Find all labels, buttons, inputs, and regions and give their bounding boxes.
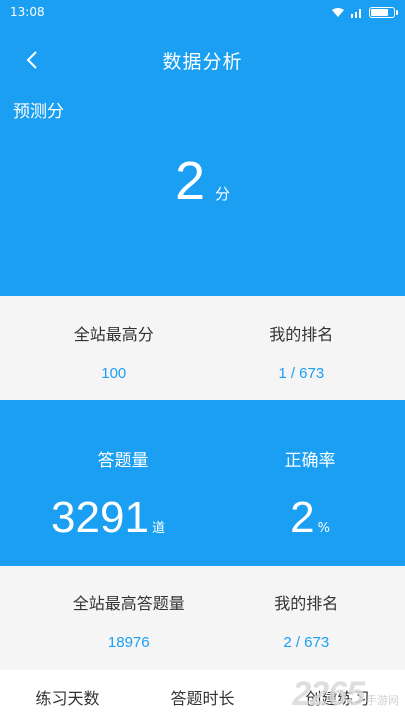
- status-bar: 13:08: [0, 0, 405, 24]
- accuracy-value: 2: [290, 493, 315, 542]
- site-high-score: 全站最高分 100: [0, 321, 208, 400]
- wifi-icon: [332, 7, 344, 17]
- answer-count-value: 3291: [51, 493, 149, 542]
- accuracy-label: 正确率: [284, 451, 336, 471]
- answer-rank-row: 全站最高答题量 18976 我的排名 2 / 673: [0, 566, 405, 670]
- watermark-number: 2265: [292, 675, 365, 713]
- watermark-text: 手游网: [366, 694, 399, 707]
- predicted-score-label: 预测分: [13, 102, 64, 122]
- page-title: 数据分析: [162, 50, 243, 73]
- signal-icon: [351, 8, 361, 18]
- status-icons: [331, 6, 398, 18]
- battery-icon: [369, 6, 398, 18]
- tab-answer-time[interactable]: 答题时长: [170, 685, 234, 709]
- my-answer-rank-label: 我的排名: [274, 594, 339, 613]
- answer-count-unit: 道: [151, 521, 165, 536]
- answer-count-display: 3291 道: [18, 493, 198, 543]
- chevron-left-icon: [26, 51, 37, 69]
- predicted-score-unit: 分: [215, 185, 231, 203]
- site-high-answers-value: 18976: [107, 634, 150, 651]
- site-high-answers: 全站最高答题量 18976: [0, 590, 218, 670]
- score-stats-row: 全站最高分 100 我的排名 1 / 673: [0, 296, 405, 400]
- tab-practice-days[interactable]: 练习天数: [35, 685, 99, 709]
- my-score-rank-label: 我的排名: [269, 325, 334, 344]
- back-button[interactable]: [18, 46, 46, 74]
- my-score-rank-value: 1 / 673: [278, 365, 325, 382]
- nav-bar: 数据分析: [0, 40, 405, 80]
- accuracy: 正确率 2%: [240, 400, 380, 543]
- answer-count-label: 答题量: [97, 451, 149, 471]
- accuracy-unit: %: [317, 521, 330, 536]
- site-high-score-value: 100: [101, 365, 127, 382]
- my-answer-rank-value: 2 / 673: [283, 634, 330, 651]
- accuracy-display: 2%: [240, 493, 380, 543]
- site-high-score-label: 全站最高分: [73, 325, 154, 344]
- predicted-score: 2分: [0, 150, 405, 212]
- predicted-score-value: 2: [174, 151, 206, 211]
- status-time: 13:08: [10, 5, 45, 19]
- my-answer-rank: 我的排名 2 / 673: [218, 590, 405, 670]
- answer-count: 答题量 3291 道: [48, 400, 198, 543]
- watermark-logo: 2265 手游网: [292, 675, 399, 714]
- answer-stats-panel: 答题量 3291 道 正确率 2%: [0, 400, 405, 566]
- site-high-answers-label: 全站最高答题量: [72, 594, 185, 613]
- my-score-rank: 我的排名 1 / 673: [208, 321, 405, 400]
